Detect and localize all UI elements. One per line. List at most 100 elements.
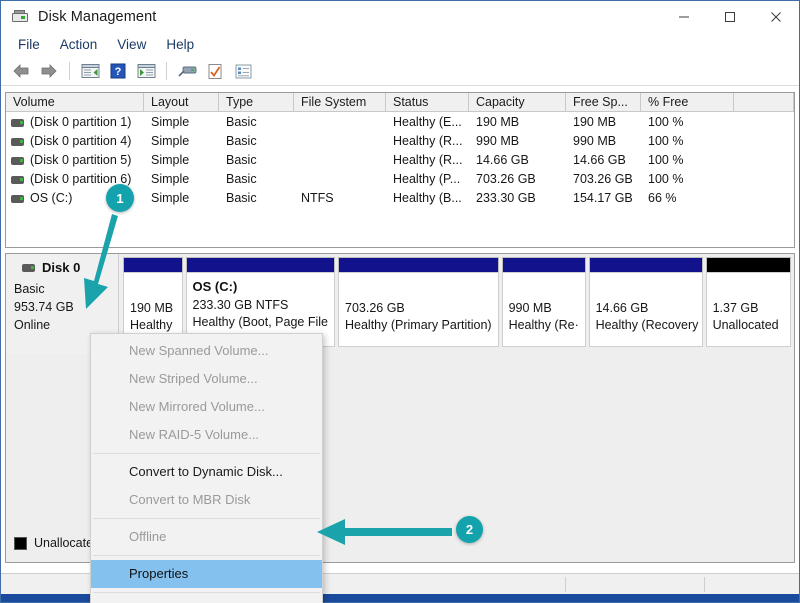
column-header-capacity[interactable]: Capacity xyxy=(469,93,566,111)
cell-status: Healthy (B... xyxy=(386,189,469,208)
toolbar-separator xyxy=(69,62,70,80)
cell-layout: Simple xyxy=(144,170,219,189)
column-header-percent-free[interactable]: % Free xyxy=(641,93,734,111)
partition-1-capacity-bar xyxy=(186,257,336,272)
cell-free-space: 154.17 GB xyxy=(566,189,641,208)
cell-free-space: 990 MB xyxy=(566,132,641,151)
column-header-free-space[interactable]: Free Sp... xyxy=(566,93,641,111)
partition-3-capacity-bar xyxy=(502,257,586,272)
cell-volume-label: (Disk 0 partition 4) xyxy=(30,132,131,151)
column-header-volume[interactable]: Volume xyxy=(6,93,144,111)
forward-arrow-icon[interactable] xyxy=(37,60,61,82)
cell-capacity: 190 MB xyxy=(469,113,566,132)
partition-2[interactable]: 703.26 GB Healthy (Primary Partition) xyxy=(338,257,499,347)
cell-status: Healthy (R... xyxy=(386,151,469,170)
context-menu-convert-to-dynamic-disk[interactable]: Convert to Dynamic Disk... xyxy=(91,458,322,486)
column-header-type[interactable]: Type xyxy=(219,93,294,111)
disk-status: Online xyxy=(14,316,118,334)
column-header-blank[interactable] xyxy=(734,93,794,111)
partition-5-size: 1.37 GB xyxy=(713,300,784,317)
cell-free-space: 703.26 GB xyxy=(566,170,641,189)
disk-title: Disk 0 xyxy=(22,260,118,275)
partition-5-body: 1.37 GB Unallocated xyxy=(706,272,791,347)
context-menu-convert-to-mbr-disk[interactable]: Convert to MBR Disk xyxy=(91,486,322,514)
volume-list: Volume Layout Type File System Status Ca… xyxy=(5,92,795,248)
partition-3[interactable]: 990 MB Healthy (Re· xyxy=(502,257,586,347)
disk-context-menu: New Spanned Volume... New Striped Volume… xyxy=(90,333,323,603)
context-menu-properties[interactable]: Properties xyxy=(91,560,322,588)
menu-view[interactable]: View xyxy=(107,34,156,55)
cell-type: Basic xyxy=(219,113,294,132)
cell-percent-free: 100 % xyxy=(641,170,734,189)
rescan-disks-icon[interactable] xyxy=(175,60,199,82)
properties-doc-icon[interactable] xyxy=(203,60,227,82)
svg-text:?: ? xyxy=(115,66,122,78)
column-header-status[interactable]: Status xyxy=(386,93,469,111)
cell-layout: Simple xyxy=(144,132,219,151)
cell-volume-label: (Disk 0 partition 5) xyxy=(30,151,131,170)
close-button[interactable] xyxy=(753,1,799,32)
context-menu-new-raid5-volume[interactable]: New RAID-5 Volume... xyxy=(91,421,322,449)
disk-name: Disk 0 xyxy=(42,260,80,275)
annotation-badge-2: 2 xyxy=(456,516,483,543)
menu-file[interactable]: File xyxy=(8,34,50,55)
help-icon[interactable]: ? xyxy=(106,60,130,82)
show-hide-action-pane-icon[interactable] xyxy=(134,60,158,82)
partition-0-status: Healthy xyxy=(130,317,176,334)
toolbar-separator xyxy=(166,62,167,80)
context-menu-new-spanned-volume[interactable]: New Spanned Volume... xyxy=(91,337,322,365)
context-menu-new-mirrored-volume[interactable]: New Mirrored Volume... xyxy=(91,393,322,421)
partition-4-body: 14.66 GB Healthy (Recovery xyxy=(589,272,703,347)
show-hide-console-tree-icon[interactable] xyxy=(78,60,102,82)
menu-action[interactable]: Action xyxy=(50,34,108,55)
table-row[interactable]: (Disk 0 partition 5) Simple Basic Health… xyxy=(6,151,794,170)
column-header-layout[interactable]: Layout xyxy=(144,93,219,111)
list-view-icon[interactable] xyxy=(231,60,255,82)
context-menu-separator xyxy=(93,592,320,593)
cell-status: Healthy (P... xyxy=(386,170,469,189)
disk-drive-icon xyxy=(11,8,29,26)
context-menu-help[interactable]: Help xyxy=(91,597,322,603)
cell-percent-free: 100 % xyxy=(641,151,734,170)
cell-volume: (Disk 0 partition 4) xyxy=(6,132,144,151)
minimize-button[interactable] xyxy=(661,1,707,32)
context-menu-separator xyxy=(93,453,320,454)
partition-1-name: OS (C:) xyxy=(193,279,329,294)
partition-3-size: 990 MB xyxy=(509,300,579,317)
partition-2-size: 703.26 GB xyxy=(345,300,492,317)
cell-percent-free: 100 % xyxy=(641,132,734,151)
column-header-file-system[interactable]: File System xyxy=(294,93,386,111)
window-title: Disk Management xyxy=(38,9,156,25)
cell-type: Basic xyxy=(219,170,294,189)
disk-size: 953.74 GB xyxy=(14,298,118,316)
drive-icon xyxy=(11,176,24,184)
cell-file-system: NTFS xyxy=(294,189,386,208)
cell-volume-label: OS (C:) xyxy=(30,189,72,208)
partition-4-status: Healthy (Recovery xyxy=(596,317,696,334)
cell-free-space: 190 MB xyxy=(566,113,641,132)
context-menu-separator xyxy=(93,555,320,556)
partition-4[interactable]: 14.66 GB Healthy (Recovery xyxy=(589,257,703,347)
partition-0-size: 190 MB xyxy=(130,300,176,317)
partition-5-capacity-bar xyxy=(706,257,791,272)
legend: Unallocated xyxy=(14,536,100,550)
drive-icon xyxy=(11,119,24,127)
drive-icon xyxy=(11,138,24,146)
maximize-button[interactable] xyxy=(707,1,753,32)
cell-layout: Simple xyxy=(144,189,219,208)
back-arrow-icon[interactable] xyxy=(9,60,33,82)
partition-3-status: Healthy (Re· xyxy=(509,317,579,334)
cell-status: Healthy (E... xyxy=(386,113,469,132)
toolbar: ? xyxy=(1,57,799,86)
table-row[interactable]: (Disk 0 partition 1) Simple Basic Health… xyxy=(6,113,794,132)
cell-capacity: 233.30 GB xyxy=(469,189,566,208)
context-menu-new-striped-volume[interactable]: New Striped Volume... xyxy=(91,365,322,393)
partition-5-status: Unallocated xyxy=(713,317,784,334)
context-menu-separator xyxy=(93,518,320,519)
partition-1-status: Healthy (Boot, Page File xyxy=(193,314,329,331)
menu-help[interactable]: Help xyxy=(156,34,204,55)
context-menu-offline[interactable]: Offline xyxy=(91,523,322,551)
cell-status: Healthy (R... xyxy=(386,132,469,151)
partition-5-unallocated[interactable]: 1.37 GB Unallocated xyxy=(706,257,791,347)
table-row[interactable]: (Disk 0 partition 4) Simple Basic Health… xyxy=(6,132,794,151)
